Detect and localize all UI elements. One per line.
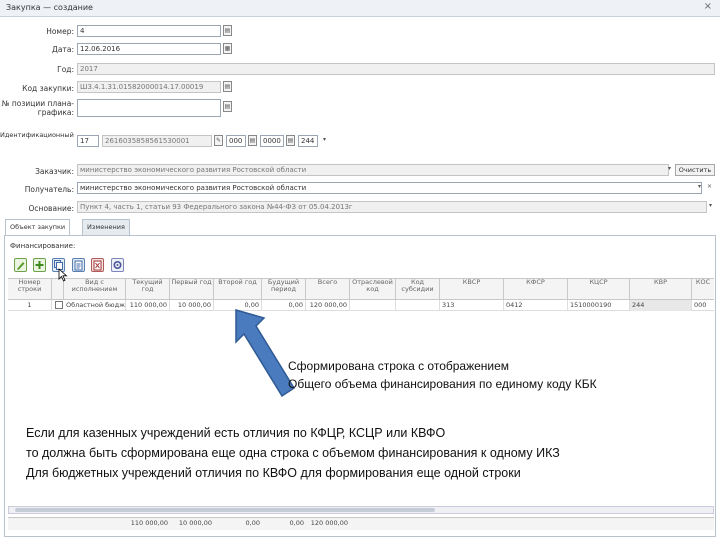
cell-industry-code [350, 300, 396, 311]
total-second-year: 0,00 [245, 519, 260, 527]
col-industry-code: Отраслевой код [350, 278, 396, 300]
basis-field: Пункт 4, часть 1, статьи 93 Федерального… [77, 201, 707, 213]
cell-current-year: 110 000,00 [126, 300, 170, 311]
total-current-year: 110 000,00 [130, 519, 168, 527]
edit-icon[interactable] [14, 258, 27, 272]
note2-line1: Если для казенных учреждений есть отличи… [26, 426, 446, 440]
ikz-part3[interactable]: 000 [226, 135, 246, 147]
cell-total: 120 000,00 [306, 300, 350, 311]
col-current-year: Текущий год [126, 278, 170, 300]
add-icon[interactable] [33, 258, 46, 272]
ikz-part2: 2616035858561530001 [102, 135, 212, 147]
year-field: 2017 [77, 63, 715, 75]
recipient-clear-icon[interactable]: × [705, 182, 714, 193]
col-future: Будущий период [262, 278, 306, 300]
ikz-part4[interactable]: 0000 [260, 135, 284, 147]
recipient-input[interactable]: министерство экономического развития Рос… [77, 182, 702, 194]
total-first-year: 10 000,00 [178, 519, 212, 527]
ikz-part3-icon[interactable]: ▤ [248, 135, 257, 146]
cell-number: 1 [8, 300, 52, 311]
row-checkbox[interactable] [55, 301, 63, 309]
tab-object[interactable]: Объект закупки [5, 219, 71, 236]
schedule-label-2: графика: [37, 108, 74, 117]
horizontal-scrollbar[interactable] [8, 506, 714, 514]
totals-row [8, 517, 714, 530]
tab-changes[interactable]: Изменения [82, 219, 130, 235]
clear-button[interactable]: Очистить [675, 164, 715, 176]
note1-line2: Общего объема финансирования по единому … [288, 377, 597, 391]
chevron-down-icon[interactable]: ▾ [320, 135, 329, 146]
copy-code-icon[interactable]: ▤ [223, 81, 232, 92]
cell-kfsr: 0412 [504, 300, 568, 311]
date-input[interactable]: 12.06.2016 [77, 43, 221, 55]
total-future: 0,00 [289, 519, 304, 527]
col-kfsr: КФСР [504, 278, 568, 300]
col-subsidy-code: Код субсидии [396, 278, 440, 300]
basis-label: Основание: [28, 204, 74, 213]
col-first-year: Первый год [170, 278, 214, 300]
cell-kcsr: 1510000190 [568, 300, 630, 311]
number-input[interactable]: 4 [77, 25, 221, 37]
window-title: Закупка — создание [6, 3, 93, 12]
cell-kvr: 244 [630, 300, 692, 311]
recipient-label: Получатель: [24, 185, 74, 194]
note2-line3: Для бюджетных учреждений отличия по КВФО… [26, 466, 521, 480]
ikz-label: Идентификационный код закупки: [0, 131, 74, 139]
edit-ikz-icon[interactable]: ✎ [214, 135, 223, 146]
cell-subsidy-code [396, 300, 440, 311]
customer-dropdown-icon[interactable]: ▾ [665, 164, 674, 175]
col-kosgu: КОС [695, 278, 711, 286]
recipient-dropdown-icon[interactable]: ▾ [695, 182, 704, 193]
col-total: Всего [306, 278, 350, 300]
paste-icon[interactable] [72, 258, 85, 272]
number-label: Номер: [46, 27, 74, 36]
cell-kosgu: 000 [694, 301, 707, 309]
excel-icon[interactable] [91, 258, 104, 272]
col-kcsr: КЦСР [568, 278, 630, 300]
basis-dropdown-icon[interactable]: ▾ [706, 201, 715, 212]
year-label: Год: [57, 65, 74, 74]
customer-field: министерство экономического развития Рос… [77, 164, 669, 176]
close-icon[interactable]: × [704, 1, 712, 12]
ikz-part4-icon[interactable]: ▤ [286, 135, 295, 146]
mouse-cursor-icon [58, 268, 68, 282]
ikz-part5[interactable]: 244 [298, 135, 318, 147]
col-kvsr: КВСР [440, 278, 504, 300]
note1-line1: Сформирована строка с отображением [288, 359, 510, 373]
col-number: Номер строки [8, 278, 52, 300]
select-icon[interactable]: ▤ [223, 101, 232, 112]
purchase-code-label: Код закупки: [22, 84, 74, 93]
cell-first-year: 10 000,00 [170, 300, 214, 311]
settings-icon[interactable] [111, 258, 124, 272]
col-kvr: КВР [630, 278, 692, 300]
purchase-code-field: Ш3.4.1.31.01582000014.17.00019 [77, 81, 221, 93]
total-total: 120 000,00 [310, 519, 348, 527]
lookup-icon[interactable]: ▤ [223, 25, 232, 36]
calendar-icon[interactable]: ▦ [223, 43, 232, 54]
window-titlebar: Закупка — создание × [0, 0, 720, 17]
schedule-position-input[interactable] [77, 99, 221, 117]
date-label: Дата: [52, 45, 74, 54]
ikz-part1[interactable]: 17 [77, 135, 99, 147]
note2-line2: то должна быть сформирована еще одна стр… [26, 446, 560, 460]
schedule-label-1: № позиции плана- [1, 99, 74, 108]
scrollbar-thumb[interactable] [15, 508, 435, 512]
cell-kvsr: 313 [440, 300, 504, 311]
financing-section-label: Финансирование: [10, 242, 76, 250]
customer-label: Заказчик: [35, 167, 74, 176]
col-type: Вид с исполнением [64, 278, 126, 300]
cell-type: Областной бюджет [66, 300, 126, 311]
col-second-year: Второй год [214, 278, 262, 300]
